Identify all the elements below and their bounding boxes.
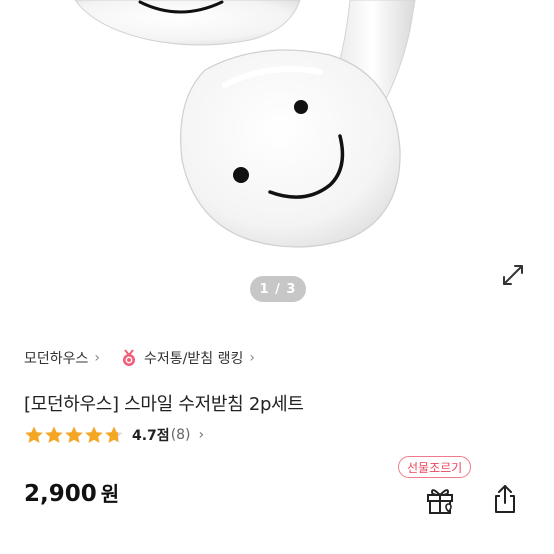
price-unit: 원 (100, 482, 120, 506)
gift-button[interactable] (422, 482, 458, 518)
price: 2,900 원 (24, 478, 119, 507)
review-count: (8) (170, 427, 191, 443)
gift-request-badge: 선물조르기 (398, 456, 472, 478)
star-icon (65, 426, 83, 443)
star-icon (45, 426, 63, 443)
rating-stars (24, 425, 124, 445)
breadcrumb: 모던하우스 › 수저통/받침 랭킹 › (24, 346, 275, 370)
medal-icon (123, 349, 136, 366)
gift-icon (427, 489, 453, 514)
chevron-right-icon: › (94, 350, 101, 366)
chevron-right-icon: › (249, 350, 255, 366)
ranking-label: 수저통/받침 랭킹 (144, 351, 244, 367)
product-title: [모던하우스] 스마일 수저받침 2p세트 (24, 394, 304, 415)
rating-link[interactable]: 4.7점 (8) › (24, 424, 204, 446)
store-label: 모던하우스 (24, 351, 89, 367)
star-icon (25, 426, 43, 443)
share-button[interactable] (488, 482, 522, 516)
expand-icon[interactable] (500, 262, 526, 288)
share-icon (495, 485, 515, 513)
ranking-link[interactable]: 수저통/받침 랭킹 › (120, 348, 275, 368)
star-icon (85, 426, 103, 443)
star-icon (105, 426, 123, 443)
price-value: 2,900 (24, 481, 97, 507)
store-link[interactable]: 모던하우스 › (24, 348, 120, 368)
image-pager: 1 / 3 (250, 276, 306, 302)
product-image[interactable]: 1 / 3 (0, 0, 554, 312)
smile-spoon-rest-photo (74, 0, 416, 248)
rating-score: 4.7점 (132, 428, 170, 444)
chevron-right-icon: › (198, 427, 205, 443)
